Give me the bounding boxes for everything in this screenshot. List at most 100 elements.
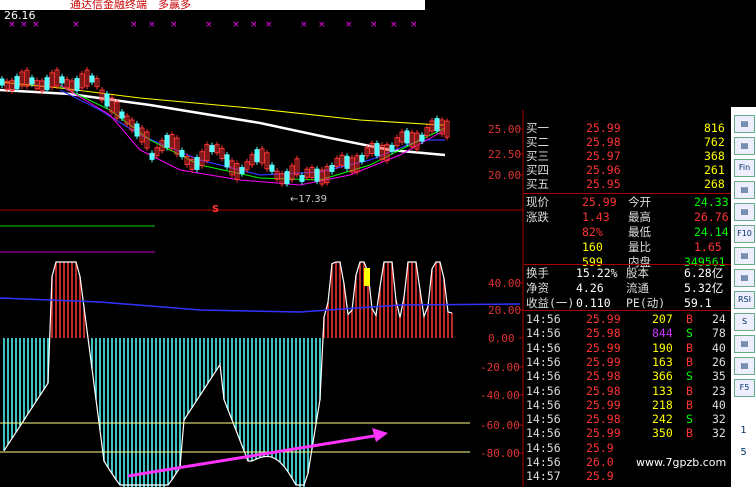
y-tick-label: 40.00 <box>488 277 521 290</box>
marker-x: × <box>370 20 378 30</box>
toolbar-button[interactable]: S <box>734 313 755 331</box>
tick-count: 40 <box>712 397 726 412</box>
stat-label: 量比 <box>628 240 651 254</box>
quote-row: 买一 25.99 816 <box>524 121 731 135</box>
tick-count: 23 <box>712 383 726 398</box>
stat-value: 26.76 <box>694 210 729 224</box>
candle-body <box>359 154 365 162</box>
divergence-arrow <box>127 433 381 478</box>
candle-body <box>299 174 305 182</box>
toolbar-button[interactable]: F10 <box>734 225 755 243</box>
stat-label: 收益(一) <box>526 296 575 310</box>
toolbar-button[interactable]: ▤ <box>734 203 755 221</box>
tick-volume: 366 <box>652 369 673 384</box>
divider <box>524 193 731 194</box>
quote-row: 买三 25.97 368 <box>524 149 731 163</box>
tick-volume: 207 <box>652 312 673 326</box>
toolbar-button[interactable]: ▤ <box>734 247 755 265</box>
tick-time: 14:56 <box>526 354 561 369</box>
tick-count: 35 <box>712 369 726 384</box>
toolbar-button[interactable]: ▤ <box>734 335 755 353</box>
y-tick-label: -40.00 <box>480 389 520 402</box>
toolbar-button[interactable]: ▤ <box>734 357 755 375</box>
candle-body <box>0 78 5 86</box>
divergence-arrowhead <box>372 428 388 442</box>
y-tick-label: 0.00 <box>488 332 515 345</box>
quote-row: 160 量比 1.65 <box>524 240 731 254</box>
ask-label: 买一 <box>526 121 549 135</box>
ask-price: 25.97 <box>586 149 621 163</box>
toolbar-button[interactable]: ▤ <box>734 181 755 199</box>
marker-x: × <box>130 20 138 30</box>
tick-time: 14:56 <box>526 326 561 341</box>
tick-price: 25.99 <box>586 312 621 326</box>
toolbar-button[interactable]: RSI <box>734 291 755 309</box>
toolbar-button[interactable]: ▤ <box>734 269 755 287</box>
candle-body <box>434 118 440 132</box>
y-tick-label: 25.00 <box>488 123 521 136</box>
tick-price: 25.99 <box>586 426 621 441</box>
marker-x: × <box>250 20 258 30</box>
tick-time: 14:56 <box>526 440 561 455</box>
candle-body <box>284 171 290 185</box>
marker-x: × <box>345 20 353 30</box>
tick-time: 14:57 <box>526 469 561 484</box>
candle-body <box>164 134 170 148</box>
tick-count: 32 <box>712 412 726 427</box>
quote-row: 82% 最低 24.14 <box>524 225 731 239</box>
tick-volume: 350 <box>652 426 673 441</box>
marker-x: × <box>148 20 156 30</box>
tick-side: B <box>686 354 693 369</box>
stat-label: 今开 <box>628 195 651 209</box>
ask-volume: 261 <box>704 163 725 177</box>
candle-body <box>269 164 275 172</box>
toolbar-number[interactable]: 1 <box>731 425 756 436</box>
ask-label: 买二 <box>526 135 549 149</box>
quote-row: 14:56 25.99 163 B 26 <box>524 355 731 369</box>
stat-value: 25.99 <box>582 195 617 209</box>
candle-body <box>224 154 230 168</box>
quote-row: 买五 25.95 268 <box>524 177 731 191</box>
candle-body <box>239 167 245 175</box>
quote-row: 14:56 25.98 242 S 32 <box>524 412 731 426</box>
tick-time: 14:56 <box>526 312 561 326</box>
quote-row: 14:56 25.98 844 S 78 <box>524 326 731 340</box>
toolbar-number[interactable]: 5 <box>731 447 756 458</box>
stat-value: 6.28亿 <box>684 266 724 280</box>
y-tick-label: -80.00 <box>480 447 520 460</box>
tick-time: 14:56 <box>526 369 561 384</box>
ask-price: 25.99 <box>586 121 621 135</box>
stat-value: 5.32亿 <box>684 281 724 295</box>
toolbar-button[interactable]: F5 <box>734 379 755 397</box>
toolbar-button[interactable]: Fin <box>734 159 755 177</box>
quote-row: 买二 25.98 762 <box>524 135 731 149</box>
quote-panel: 买一 25.99 816 买二 25.98 762 买三 25.97 368 买四 25.96 261… <box>524 107 731 487</box>
candle-body <box>119 111 125 119</box>
candle-body <box>389 144 395 152</box>
stat-label: 股本 <box>626 266 649 280</box>
ask-volume: 816 <box>704 121 725 135</box>
toolbar-button[interactable]: ▤ <box>734 137 755 155</box>
candle-body <box>59 76 65 84</box>
tick-side: S <box>686 412 693 427</box>
quote-row: 收益(一) 0.110 PE(动) 59.1 <box>524 296 731 310</box>
quote-row: 涨跌 1.43 最高 26.76 <box>524 210 731 224</box>
marker-x: × <box>232 20 240 30</box>
marker-x: × <box>300 20 308 30</box>
marker-x: × <box>72 20 80 30</box>
candle-body <box>254 149 260 163</box>
tick-time: 14:56 <box>526 455 561 469</box>
toolbar-button[interactable]: ▤ <box>734 115 755 133</box>
tick-price: 25.98 <box>586 326 621 341</box>
chart-area[interactable]: × × × × × × × × × × × × × × × × × ←17.39S 25.0022.5020.0… <box>0 0 524 487</box>
stat-value: 1.65 <box>694 240 722 254</box>
watermark: www.7gpzb.com <box>636 456 727 469</box>
candle-body <box>314 168 320 182</box>
quote-row: 14:56 25.9 <box>524 441 731 455</box>
y-tick-label: 20.00 <box>488 169 521 182</box>
tick-time: 14:56 <box>526 426 561 441</box>
quote-row: 14:56 25.99 350 B 32 <box>524 426 731 440</box>
stat-label: 涨跌 <box>526 210 549 224</box>
stat-label: 现价 <box>526 195 549 209</box>
quote-row: 换手 15.22% 股本 6.28亿 <box>524 266 731 280</box>
